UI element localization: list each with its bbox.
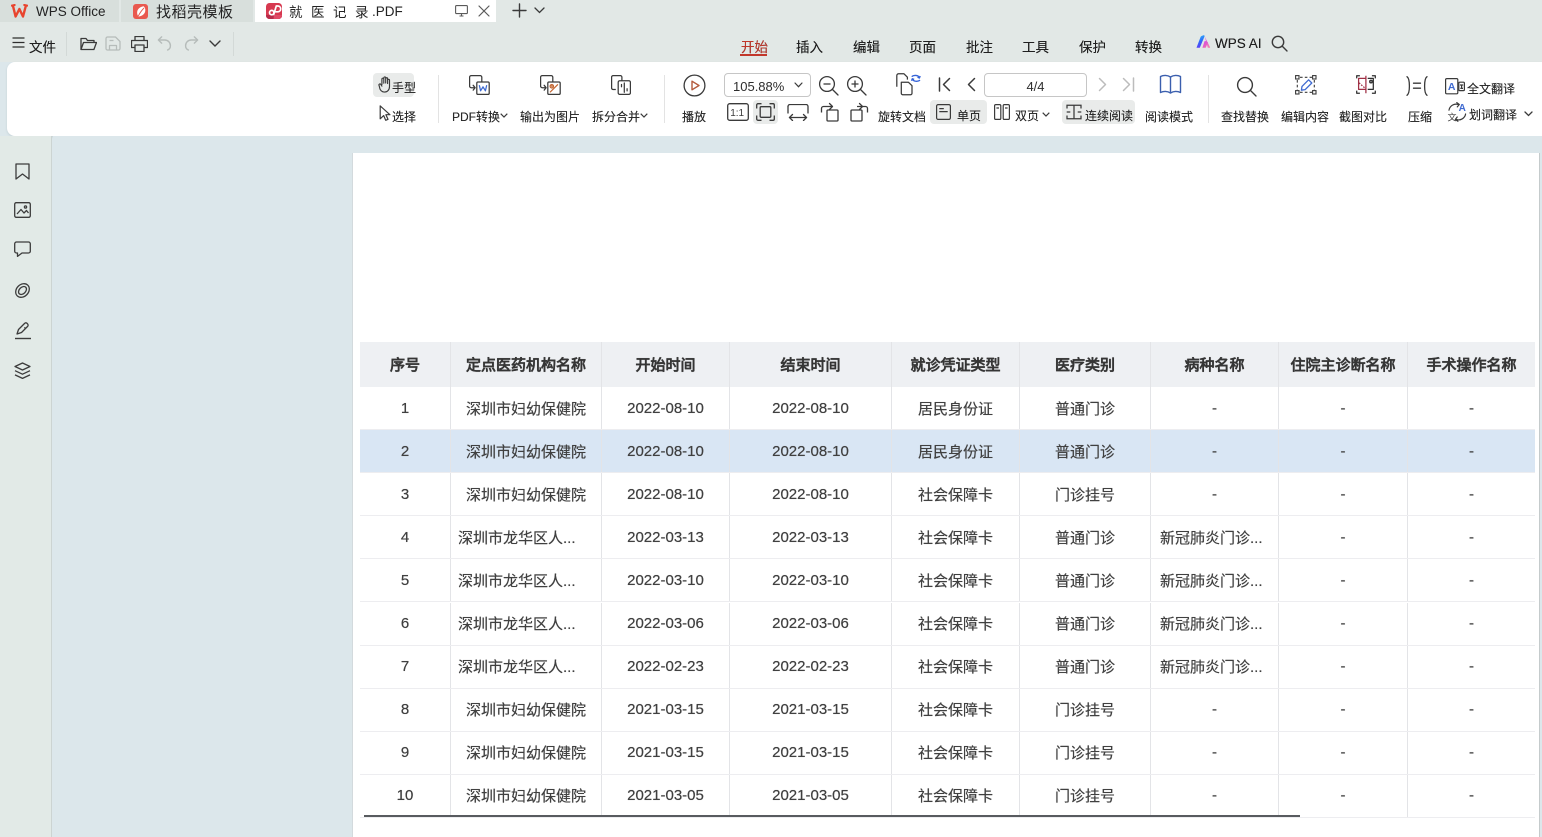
svg-text:1:1: 1:1 bbox=[730, 108, 744, 119]
svg-text:文: 文 bbox=[1448, 112, 1457, 122]
svg-text:A: A bbox=[1459, 103, 1466, 114]
svg-text:A: A bbox=[1448, 81, 1456, 93]
